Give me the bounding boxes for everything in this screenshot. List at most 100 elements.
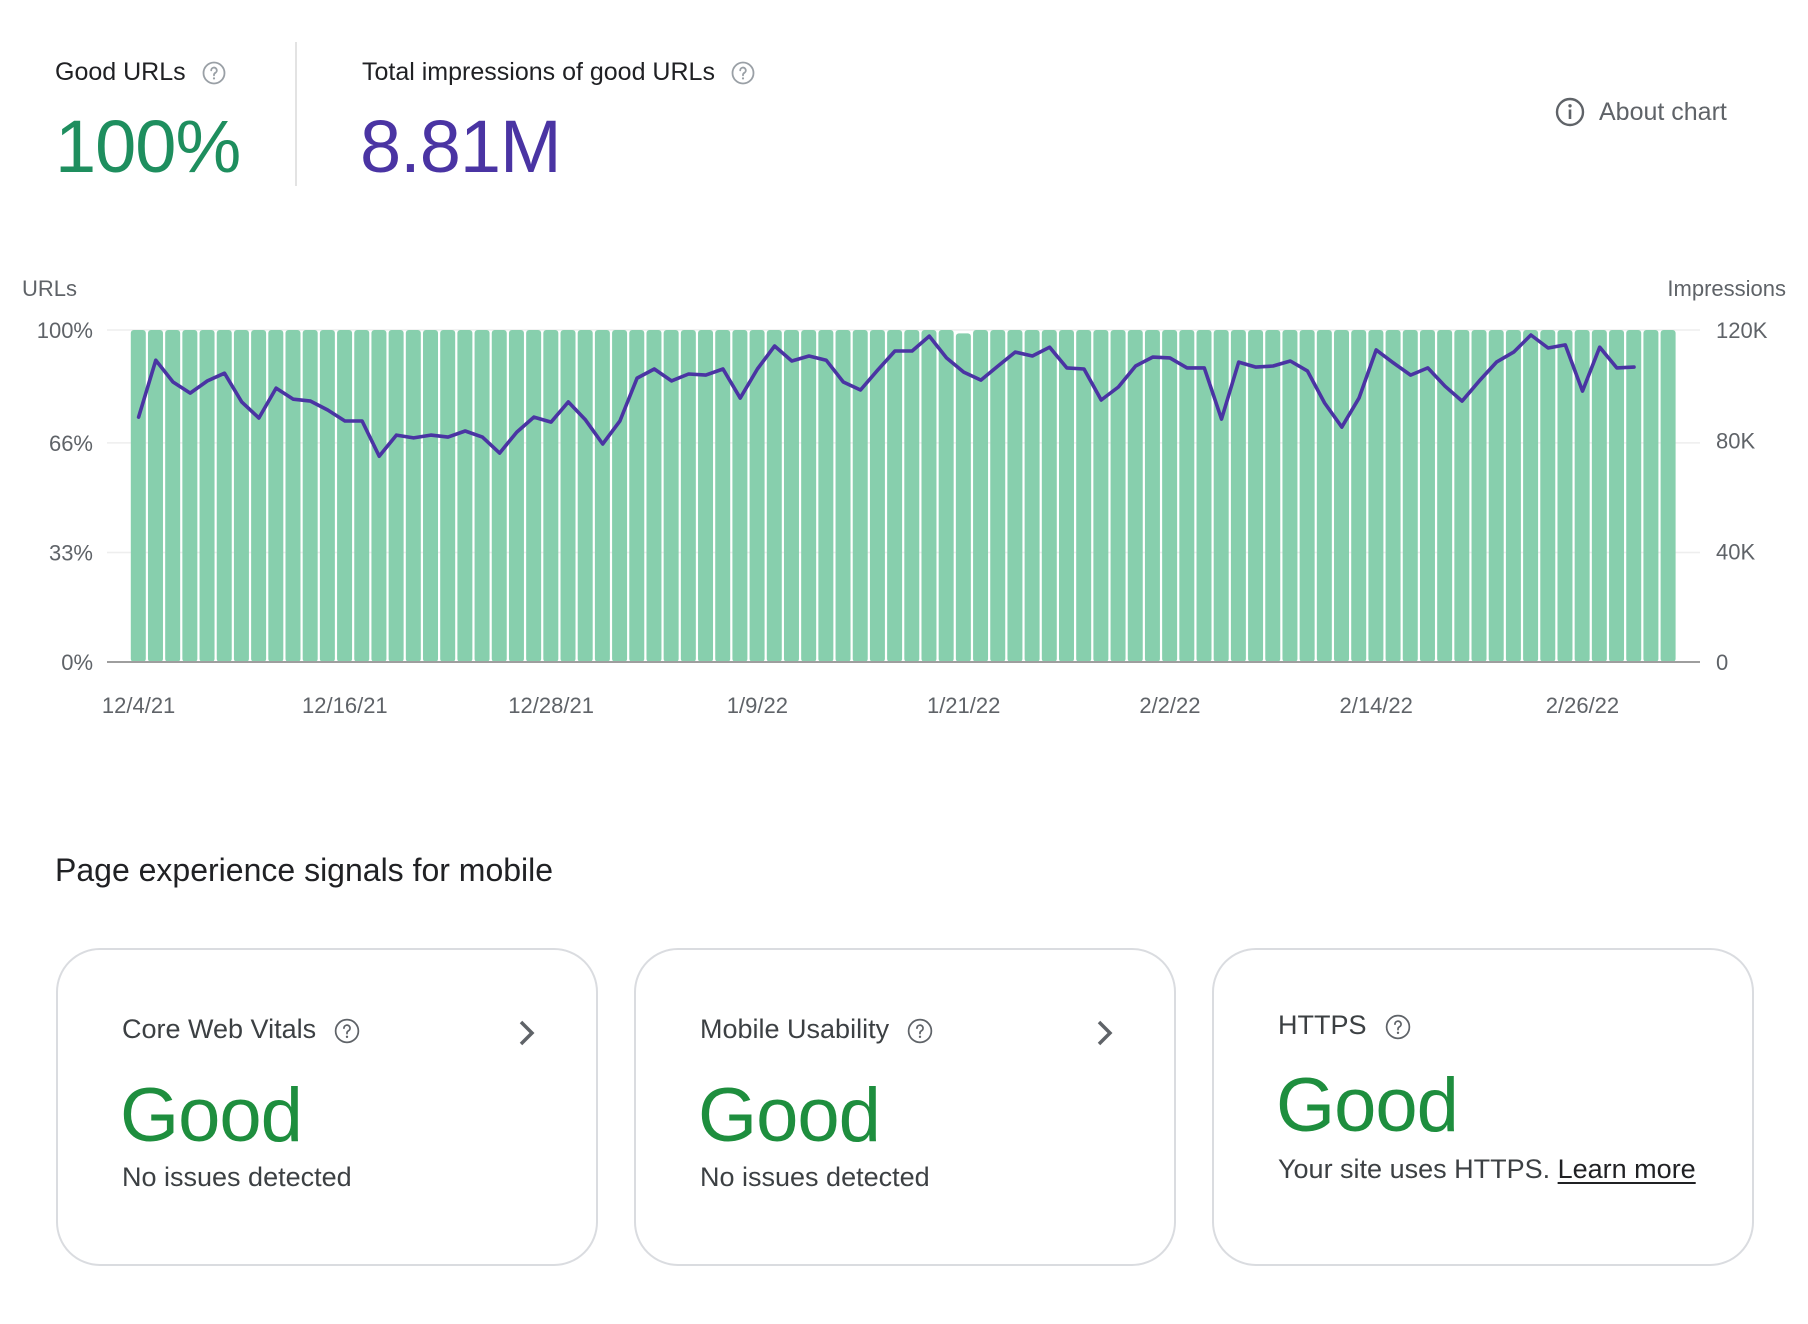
help-icon[interactable] xyxy=(731,61,755,85)
good-urls-label: Good URLs xyxy=(55,58,186,86)
bar xyxy=(1179,330,1195,662)
help-icon[interactable] xyxy=(1385,1014,1410,1039)
x-tick-label: 2/26/22 xyxy=(1546,693,1619,718)
help-icon[interactable] xyxy=(334,1018,360,1043)
chevron-right-icon[interactable] xyxy=(1094,1018,1116,1048)
bar xyxy=(1334,330,1350,662)
learn-more-link[interactable]: Learn more xyxy=(1558,1154,1696,1184)
card-header: Core Web Vitals xyxy=(122,1014,360,1045)
bar xyxy=(319,330,335,662)
bar xyxy=(543,330,559,662)
bar xyxy=(1609,330,1625,662)
good-urls-value: 100% xyxy=(55,105,241,188)
help-icon[interactable] xyxy=(907,1018,933,1043)
bar xyxy=(783,330,799,662)
bar xyxy=(955,333,971,662)
card-description-row: Your site uses HTTPS. Learn more xyxy=(1278,1154,1696,1185)
bar xyxy=(508,330,524,662)
left-tick-label: 100% xyxy=(37,318,93,343)
bar xyxy=(646,330,662,662)
bar xyxy=(938,330,954,662)
bar xyxy=(354,330,370,662)
bar xyxy=(732,330,748,662)
about-chart-label: About chart xyxy=(1599,97,1727,126)
bar xyxy=(474,330,490,662)
right-tick-label: 0 xyxy=(1716,650,1728,675)
left-axis-title: URLs xyxy=(22,276,77,301)
bar xyxy=(1505,330,1521,662)
x-tick-label: 2/2/22 xyxy=(1139,693,1200,718)
bar xyxy=(1660,330,1676,662)
left-tick-label: 0% xyxy=(61,650,93,675)
bar xyxy=(852,330,868,662)
bar xyxy=(285,330,301,662)
bar xyxy=(680,330,696,662)
right-tick-label: 80K xyxy=(1716,429,1755,454)
x-tick-label: 12/4/21 xyxy=(102,693,175,718)
x-tick-label: 12/28/21 xyxy=(508,693,594,718)
bar xyxy=(1248,330,1264,662)
chevron-right-icon[interactable] xyxy=(516,1018,538,1048)
card-title: HTTPS xyxy=(1278,1010,1367,1040)
bar xyxy=(1419,330,1435,662)
bar xyxy=(388,330,404,662)
x-tick-label: 1/21/22 xyxy=(927,693,1000,718)
bar xyxy=(526,330,542,662)
bar xyxy=(1368,330,1384,662)
right-tick-label: 120K xyxy=(1716,318,1768,343)
bar xyxy=(990,330,1006,662)
bar xyxy=(869,330,885,662)
bar xyxy=(182,330,198,662)
bar xyxy=(801,330,817,662)
impressions-value: 8.81M xyxy=(360,105,562,188)
bar xyxy=(1454,330,1470,662)
card-status: Good xyxy=(120,1073,303,1158)
card-header: HTTPS xyxy=(1278,1010,1410,1041)
bar xyxy=(1282,330,1298,662)
bar xyxy=(1540,330,1556,662)
bar xyxy=(577,330,593,662)
bar xyxy=(1213,330,1229,662)
bar xyxy=(440,330,456,662)
bar xyxy=(457,330,473,662)
bar xyxy=(1024,330,1040,662)
bar xyxy=(698,330,714,662)
bar xyxy=(1093,330,1109,662)
bar xyxy=(904,330,920,662)
left-tick-label: 66% xyxy=(49,431,93,456)
card-description: Your site uses HTTPS. xyxy=(1278,1154,1551,1184)
about-chart-button[interactable]: About chart xyxy=(1555,97,1727,127)
bar xyxy=(1523,330,1539,662)
bar xyxy=(491,330,507,662)
bar xyxy=(251,330,267,662)
bar xyxy=(1127,330,1143,662)
x-tick-label: 2/14/22 xyxy=(1339,693,1412,718)
bar xyxy=(302,330,318,662)
bar xyxy=(921,330,937,662)
bar xyxy=(1144,330,1160,662)
summary-divider xyxy=(295,42,297,186)
bar xyxy=(371,330,387,662)
https-card: HTTPS Good Your site uses HTTPS. Learn m… xyxy=(1212,948,1754,1266)
impressions-label-row: Total impressions of good URLs xyxy=(362,58,755,87)
mobile-usability-card[interactable]: Mobile Usability Good No issues detected xyxy=(634,948,1176,1266)
bar xyxy=(405,330,421,662)
bar xyxy=(1007,330,1023,662)
bar xyxy=(1643,330,1659,662)
section-title: Page experience signals for mobile xyxy=(55,852,554,888)
bar xyxy=(268,330,284,662)
bar xyxy=(887,330,903,662)
bar xyxy=(766,330,782,662)
bar xyxy=(612,330,628,662)
bar xyxy=(594,330,610,662)
bar xyxy=(1162,330,1178,662)
bar xyxy=(337,330,353,662)
bar xyxy=(130,330,146,662)
bar xyxy=(1591,330,1607,662)
bar xyxy=(1488,330,1504,662)
bar xyxy=(1316,330,1332,662)
core-web-vitals-card[interactable]: Core Web Vitals Good No issues detected xyxy=(56,948,598,1266)
card-description: No issues detected xyxy=(122,1162,352,1192)
bar xyxy=(560,330,576,662)
help-icon[interactable] xyxy=(202,61,226,85)
